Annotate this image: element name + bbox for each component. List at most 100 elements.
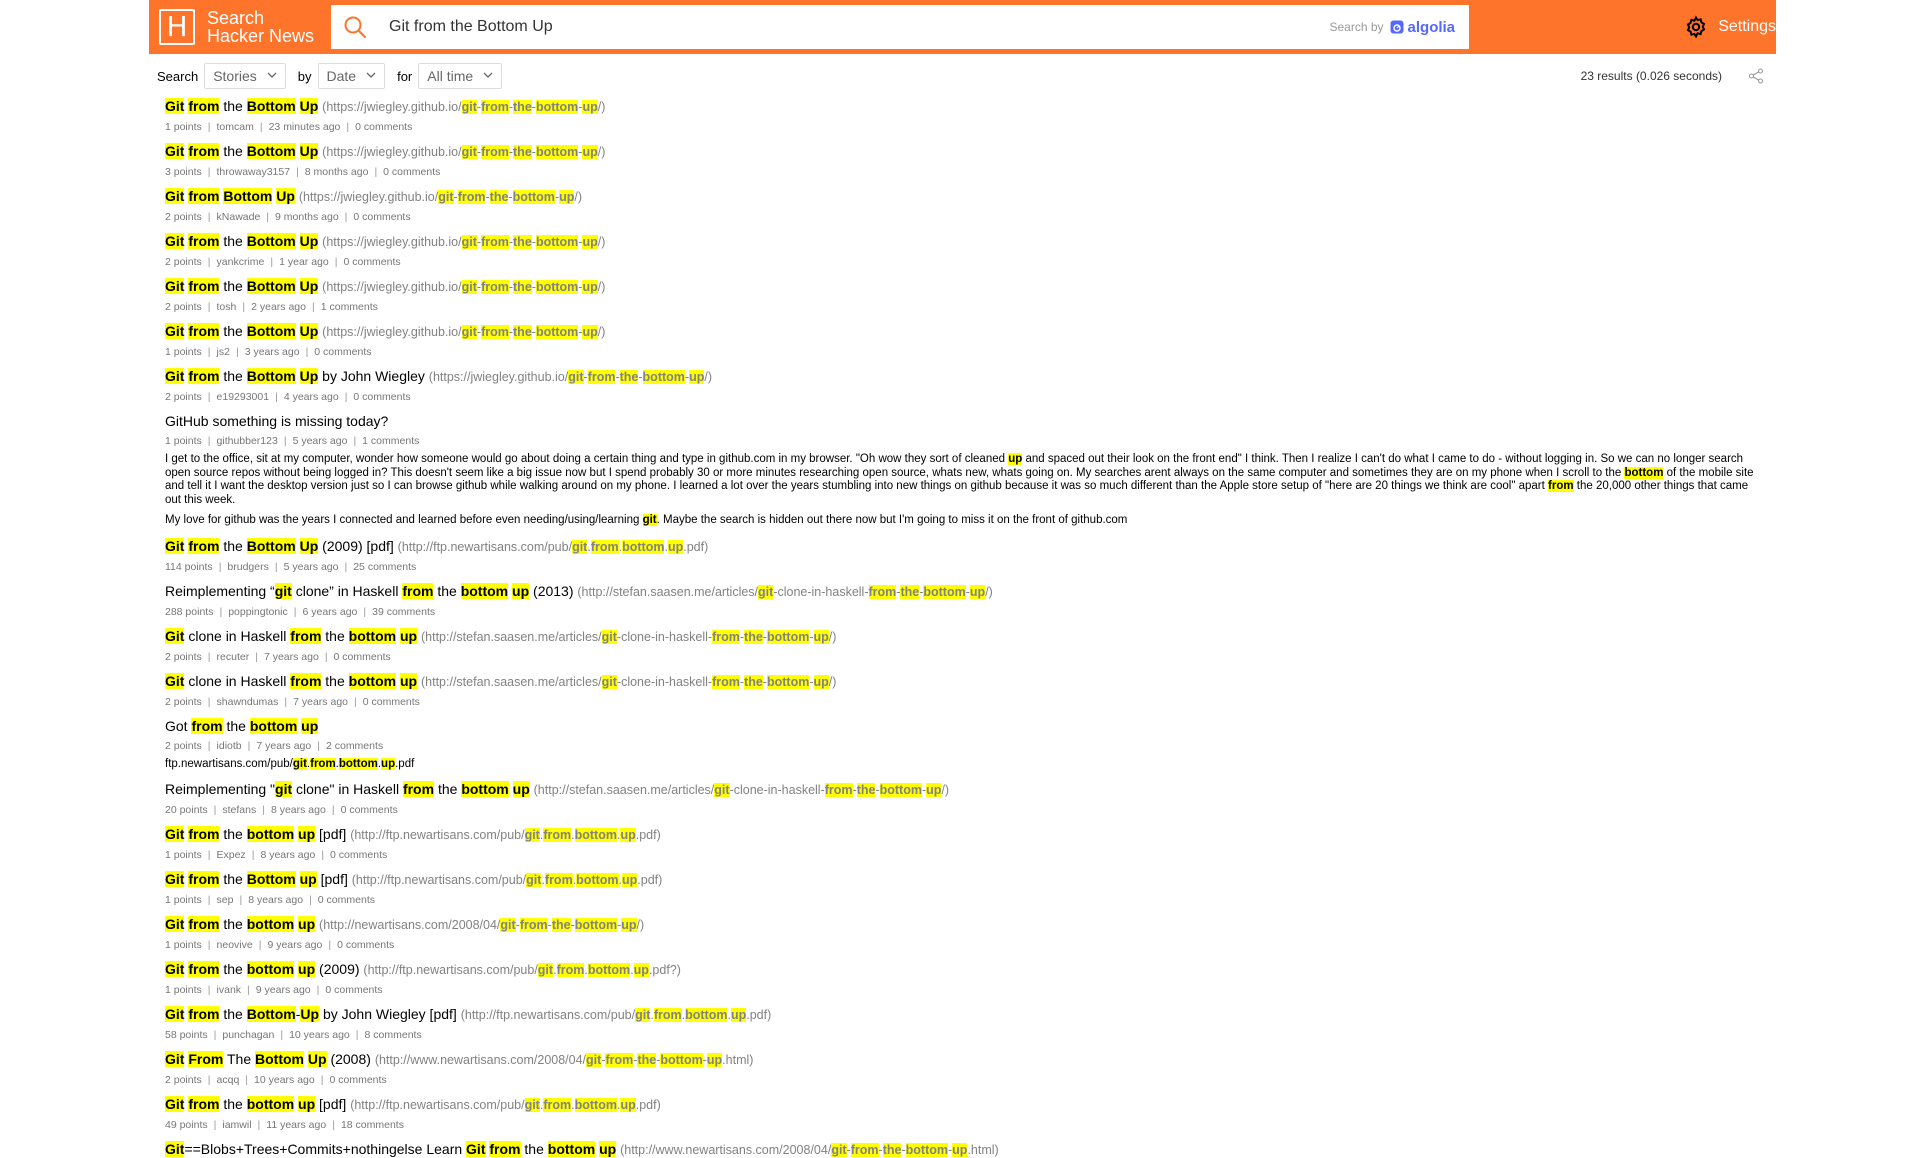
points-link[interactable]: 2 points — [165, 391, 202, 403]
result-title-link[interactable]: Git from the Bottom-Up by John Wiegley [… — [165, 1006, 457, 1022]
author-link[interactable]: shawndumas — [217, 696, 279, 708]
author-link[interactable]: idiotb — [217, 740, 242, 752]
time-link[interactable]: 8 years ago — [248, 894, 303, 906]
sort-select[interactable]: Date — [317, 63, 386, 89]
time-link[interactable]: 1 year ago — [279, 256, 329, 268]
result-url-link[interactable]: (https://jwiegley.github.io/git-from-the… — [429, 370, 712, 384]
result-title-link[interactable]: Git from the bottom up [pdf] — [165, 1096, 346, 1112]
time-link[interactable]: 7 years ago — [264, 651, 319, 663]
search-by-algolia[interactable]: Search by algolia — [1329, 19, 1455, 36]
result-url-link[interactable]: (http://ftp.newartisans.com/pub/git.from… — [350, 828, 661, 842]
result-title-link[interactable]: Git From The Bottom Up (2008) — [165, 1051, 371, 1067]
points-link[interactable]: 3 points — [165, 166, 202, 178]
comments-link[interactable]: 2 comments — [326, 740, 383, 752]
comments-link[interactable]: 0 comments — [314, 346, 371, 358]
author-link[interactable]: yankcrime — [217, 256, 265, 268]
result-url-link[interactable]: (https://jwiegley.github.io/git-from-the… — [299, 190, 582, 204]
points-link[interactable]: 2 points — [165, 651, 202, 663]
date-range-select[interactable]: All time — [418, 63, 503, 89]
comments-link[interactable]: 0 comments — [329, 1074, 386, 1086]
result-title-link[interactable]: Git from the Bottom Up — [165, 278, 319, 294]
comments-link[interactable]: 0 comments — [337, 939, 394, 951]
time-link[interactable]: 9 years ago — [267, 939, 322, 951]
time-link[interactable]: 8 years ago — [260, 849, 315, 861]
result-title-link[interactable]: Git from the Bottom Up — [165, 323, 319, 339]
author-link[interactable]: tosh — [217, 301, 237, 313]
result-title-link[interactable]: GitHub something is missing today? — [165, 413, 388, 429]
result-title-link[interactable]: Git==Blobs+Trees+Commits+nothingelse Lea… — [165, 1141, 617, 1157]
result-title-link[interactable]: Git from the Bottom Up — [165, 143, 319, 159]
author-link[interactable]: poppingtonic — [228, 606, 288, 618]
points-link[interactable]: 1 points — [165, 939, 202, 951]
result-url-link[interactable]: (http://stefan.saasen.me/articles/git-cl… — [577, 584, 993, 599]
comments-link[interactable]: 0 comments — [334, 651, 391, 663]
author-link[interactable]: kNawade — [217, 211, 261, 223]
author-link[interactable]: js2 — [217, 346, 230, 358]
result-title-link[interactable]: Git clone in Haskell from the bottom up — [165, 627, 418, 644]
points-link[interactable]: 1 points — [165, 984, 202, 996]
result-title-link[interactable]: Reimplementing “git clone” in Haskell fr… — [165, 582, 574, 599]
author-link[interactable]: tomcam — [217, 121, 254, 133]
result-title-link[interactable]: Got from the bottom up — [165, 717, 319, 734]
time-link[interactable]: 7 years ago — [256, 740, 311, 752]
result-url-link[interactable]: (http://stefan.saasen.me/articles/git-cl… — [421, 674, 836, 689]
result-url-link[interactable]: (https://jwiegley.github.io/git-from-the… — [322, 325, 605, 339]
result-url-link[interactable]: (http://ftp.newartisans.com/pub/git.from… — [461, 1008, 771, 1022]
points-link[interactable]: 1 points — [165, 346, 202, 358]
result-title-link[interactable]: Git from Bottom Up — [165, 188, 295, 204]
comments-link[interactable]: 0 comments — [355, 121, 412, 133]
author-link[interactable]: e19293001 — [217, 391, 270, 403]
time-link[interactable]: 8 months ago — [305, 166, 369, 178]
time-link[interactable]: 10 years ago — [254, 1074, 315, 1086]
comments-link[interactable]: 1 comments — [321, 301, 378, 313]
site-name[interactable]: Search Hacker News — [207, 9, 314, 45]
result-url-link[interactable]: (http://ftp.newartisans.com/pub/git.from… — [352, 873, 662, 887]
time-link[interactable]: 9 years ago — [256, 984, 311, 996]
result-url-link[interactable]: (http://stefan.saasen.me/articles/git-cl… — [421, 629, 836, 644]
points-link[interactable]: 2 points — [165, 211, 202, 223]
time-link[interactable]: 3 years ago — [245, 346, 300, 358]
comments-link[interactable]: 0 comments — [330, 849, 387, 861]
points-link[interactable]: 2 points — [165, 696, 202, 708]
time-link[interactable]: 23 minutes ago — [269, 121, 341, 133]
result-title-link[interactable]: Git from the Bottom Up by John Wiegley — [165, 368, 425, 384]
points-link[interactable]: 1 points — [165, 894, 202, 906]
points-link[interactable]: 20 points — [165, 804, 208, 816]
result-url-link[interactable]: (https://jwiegley.github.io/git-from-the… — [322, 145, 605, 159]
points-link[interactable]: 49 points — [165, 1119, 208, 1131]
result-url-link[interactable]: (http://stefan.saasen.me/articles/git-cl… — [534, 783, 949, 797]
author-link[interactable]: punchagan — [222, 1029, 274, 1041]
result-url-link[interactable]: (http://ftp.newartisans.com/pub/git.from… — [350, 1098, 661, 1112]
result-title-link[interactable]: Git from the Bottom Up (2009) [pdf] — [165, 537, 394, 554]
result-url-link[interactable]: (http://ftp.newartisans.com/pub/git.from… — [398, 539, 708, 554]
points-link[interactable]: 2 points — [165, 1074, 202, 1086]
time-link[interactable]: 7 years ago — [293, 696, 348, 708]
comments-link[interactable]: 8 comments — [365, 1029, 422, 1041]
points-link[interactable]: 2 points — [165, 256, 202, 268]
comments-link[interactable]: 0 comments — [318, 894, 375, 906]
result-url-link[interactable]: (http://www.newartisans.com/2008/04/git-… — [620, 1143, 999, 1157]
points-link[interactable]: 1 points — [165, 121, 202, 133]
author-link[interactable]: githubber123 — [217, 435, 278, 447]
result-url-link[interactable]: (http://www.newartisans.com/2008/04/git-… — [375, 1053, 753, 1067]
result-title-link[interactable]: Git from the bottom up (2009) — [165, 961, 360, 977]
time-link[interactable]: 4 years ago — [284, 391, 339, 403]
time-link[interactable]: 10 years ago — [289, 1029, 350, 1041]
hn-logo[interactable]: H — [159, 9, 195, 45]
author-link[interactable]: Expez — [217, 849, 246, 861]
comments-link[interactable]: 0 comments — [341, 804, 398, 816]
time-link[interactable]: 5 years ago — [293, 435, 348, 447]
author-link[interactable]: neovive — [217, 939, 253, 951]
points-link[interactable]: 58 points — [165, 1029, 208, 1041]
time-link[interactable]: 2 years ago — [251, 301, 306, 313]
comments-link[interactable]: 0 comments — [343, 256, 400, 268]
author-link[interactable]: iamwil — [222, 1119, 251, 1131]
result-url-link[interactable]: (http://ftp.newartisans.com/pub/git.from… — [363, 963, 681, 977]
result-title-link[interactable]: Git from the bottom up — [165, 916, 316, 932]
time-link[interactable]: 5 years ago — [284, 561, 339, 573]
comments-link[interactable]: 25 comments — [353, 561, 416, 573]
settings-button[interactable]: Settings — [1684, 15, 1776, 39]
result-title-link[interactable]: Git from the Bottom up [pdf] — [165, 871, 348, 887]
author-link[interactable]: ivank — [217, 984, 242, 996]
result-url-link[interactable]: (https://jwiegley.github.io/git-from-the… — [322, 100, 605, 114]
